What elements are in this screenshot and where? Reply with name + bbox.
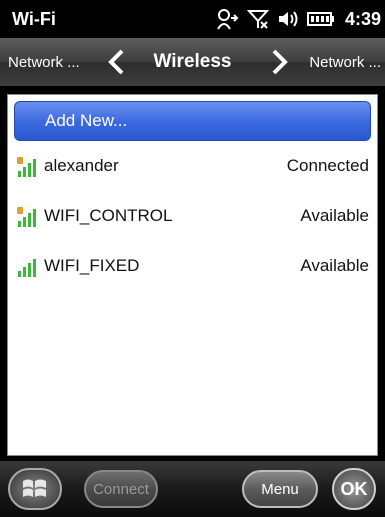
battery-icon[interactable] [306,11,335,27]
chevron-right-icon[interactable] [270,49,290,80]
lock-icon [17,157,23,164]
sync-icon[interactable] [215,8,239,30]
list-item[interactable]: WIFI_CONTROL Available [16,201,369,231]
network-list: Add New... alexander Connected WIFI_CONT… [7,94,378,456]
page-title: Wireless [153,51,232,72]
network-status: Connected [286,156,369,175]
wifi-signal-icon [17,207,36,227]
add-new-button[interactable]: Add New... [14,101,371,141]
network-ssid: WIFI_FIXED [44,256,140,275]
status-title: Wi-Fi [12,9,56,29]
softkey-bar: Connect Menu OK [0,461,385,517]
lock-icon [17,207,23,214]
list-item[interactable]: WIFI_FIXED Available [16,251,369,281]
network-status: Available [300,206,369,225]
network-ssid: WIFI_CONTROL [44,206,173,225]
status-bar: Wi-Fi 4:39 [0,0,385,38]
windows-start-icon [23,479,46,497]
volume-icon[interactable] [277,8,299,30]
chevron-left-icon[interactable] [106,49,126,80]
network-ssid: alexander [44,156,119,175]
list-item[interactable]: alexander Connected [16,151,369,181]
status-icons: 4:39 [215,7,381,31]
start-button[interactable] [8,468,62,510]
connect-button[interactable]: Connect [84,470,158,508]
nav-prev-label[interactable]: Network ... [8,38,80,86]
wifi-signal-icon [17,157,36,177]
wifi-signal-icon [18,259,36,277]
clock[interactable]: 4:39 [345,9,381,30]
menu-button[interactable]: Menu [242,470,318,508]
ok-button[interactable]: OK [332,468,376,510]
nav-bar: Network ... Wireless Network ... [0,38,385,86]
no-signal-icon[interactable] [246,8,269,30]
network-status: Available [300,256,369,275]
nav-next-label[interactable]: Network ... [309,38,381,86]
